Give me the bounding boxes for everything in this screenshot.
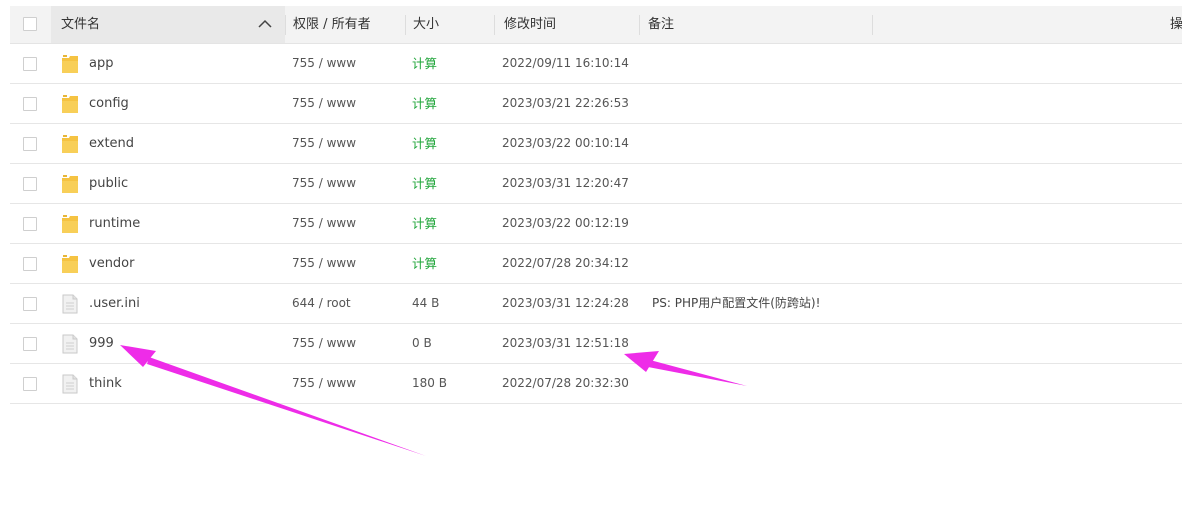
file-name[interactable]: app (89, 44, 113, 83)
file-modified-time: 2023/03/31 12:20:47 (502, 176, 629, 190)
row-checkbox[interactable] (23, 177, 37, 191)
table-row[interactable]: vendor 755 / www 计算 2022/07/28 20:34:12 (10, 244, 1182, 284)
column-header-remark[interactable]: 备注 (648, 6, 674, 43)
calculate-size-link[interactable]: 计算 (412, 124, 437, 163)
file-permission[interactable]: 755 / www (292, 124, 356, 163)
file-name[interactable]: config (89, 84, 129, 123)
file-modified-time: 2023/03/22 00:12:19 (502, 216, 629, 230)
select-all-checkbox[interactable] (23, 17, 37, 31)
file-modified-time: 2023/03/22 00:10:14 (502, 136, 629, 150)
file-name[interactable]: extend (89, 124, 134, 163)
folder-icon (61, 214, 79, 234)
row-checkbox[interactable] (23, 297, 37, 311)
row-checkbox[interactable] (23, 57, 37, 71)
folder-icon (61, 134, 79, 154)
calculate-size-link[interactable]: 计算 (412, 164, 437, 203)
column-header-action: 操 (1170, 17, 1182, 32)
row-checkbox[interactable] (23, 137, 37, 151)
file-icon (61, 334, 79, 354)
file-permission[interactable]: 755 / www (292, 324, 356, 363)
file-table: 文件名 权限 / 所有者 大小 修改时间 备注 操 app 755 / www 计算… (10, 6, 1182, 404)
column-header-size[interactable]: 大小 (413, 6, 439, 43)
table-row[interactable]: extend 755 / www 计算 2023/03/22 00:10:14 (10, 124, 1182, 164)
file-permission[interactable]: 755 / www (292, 44, 356, 83)
folder-icon (61, 94, 79, 114)
file-permission[interactable]: 755 / www (292, 204, 356, 243)
calculate-size-link[interactable]: 计算 (412, 204, 437, 243)
file-name[interactable]: think (89, 364, 122, 403)
sort-chevron-up-icon[interactable] (258, 19, 272, 29)
file-modified-time: 2023/03/21 22:26:53 (502, 96, 629, 110)
column-separator (285, 15, 286, 35)
row-checkbox[interactable] (23, 337, 37, 351)
file-permission[interactable]: 755 / www (292, 84, 356, 123)
file-size: 44 B (412, 296, 440, 310)
file-permission[interactable]: 755 / www (292, 244, 356, 283)
calculate-size-link[interactable]: 计算 (412, 244, 437, 283)
file-name[interactable]: vendor (89, 244, 134, 283)
file-modified-time: 2023/03/31 12:51:18 (502, 336, 629, 350)
folder-icon (61, 54, 79, 74)
file-permission[interactable]: 755 / www (292, 164, 356, 203)
table-row[interactable]: .user.ini 644 / root 44 B 2023/03/31 12:24:… (10, 284, 1182, 324)
file-size: 0 B (412, 336, 432, 350)
table-row[interactable]: config 755 / www 计算 2023/03/21 22:26:53 (10, 84, 1182, 124)
file-icon (61, 374, 79, 394)
file-name[interactable]: .user.ini (89, 284, 140, 323)
file-icon (61, 294, 79, 314)
row-checkbox[interactable] (23, 377, 37, 391)
file-modified-time: 2022/07/28 20:34:12 (502, 256, 629, 270)
calculate-size-link[interactable]: 计算 (412, 44, 437, 83)
table-row[interactable]: app 755 / www 计算 2022/09/11 16:10:14 (10, 44, 1182, 84)
column-separator (405, 15, 406, 35)
table-row[interactable]: public 755 / www 计算 2023/03/31 12:20:47 (10, 164, 1182, 204)
table-row[interactable]: think 755 / www 180 B 2022/07/28 20:32:30 (10, 364, 1182, 404)
column-header-name[interactable]: 文件名 (61, 6, 100, 43)
row-checkbox[interactable] (23, 97, 37, 111)
file-remark[interactable]: PS: PHP用户配置文件(防跨站)! (652, 284, 820, 323)
column-header-permission[interactable]: 权限 / 所有者 (293, 6, 371, 43)
file-permission[interactable]: 755 / www (292, 364, 356, 403)
file-modified-time: 2022/07/28 20:32:30 (502, 376, 629, 390)
file-permission[interactable]: 644 / root (292, 284, 351, 323)
table-row[interactable]: runtime 755 / www 计算 2023/03/22 00:12:19 (10, 204, 1182, 244)
column-separator (872, 15, 873, 35)
column-header-modified[interactable]: 修改时间 (504, 6, 556, 43)
file-size: 180 B (412, 376, 447, 390)
file-name[interactable]: runtime (89, 204, 140, 243)
folder-icon (61, 254, 79, 274)
file-name[interactable]: public (89, 164, 128, 203)
calculate-size-link[interactable]: 计算 (412, 84, 437, 123)
folder-icon (61, 174, 79, 194)
row-checkbox[interactable] (23, 217, 37, 231)
file-modified-time: 2023/03/31 12:24:28 (502, 296, 629, 310)
table-row[interactable]: 999 755 / www 0 B 2023/03/31 12:51:18 (10, 324, 1182, 364)
table-header: 文件名 权限 / 所有者 大小 修改时间 备注 操 (10, 6, 1182, 44)
file-modified-time: 2022/09/11 16:10:14 (502, 56, 629, 70)
file-list: app 755 / www 计算 2022/09/11 16:10:14 config 7… (10, 44, 1182, 404)
column-separator (639, 15, 640, 35)
column-separator (494, 15, 495, 35)
file-name[interactable]: 999 (89, 324, 114, 363)
row-checkbox[interactable] (23, 257, 37, 271)
